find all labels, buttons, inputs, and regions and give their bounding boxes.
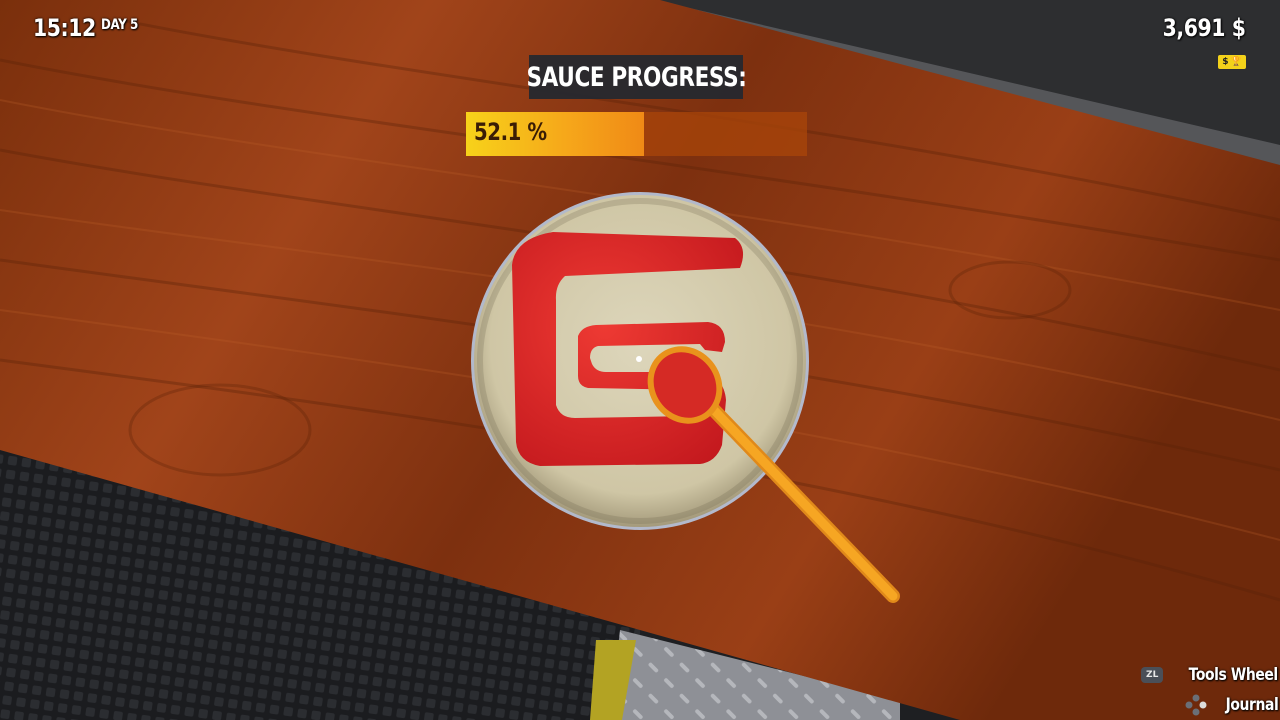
dollar-icon: $ [1222,56,1229,67]
crosshair-dot [636,356,642,362]
sauce-progress-percent: 52.1 % [474,118,547,146]
journal-label: Journal [1225,695,1278,715]
sauce-progress-header: SAUCE PROGRESS: [526,55,746,99]
hint-journal[interactable]: Journal [1184,692,1280,718]
sauce-progress-bar: 52.1 % [466,112,807,156]
tools-wheel-label: Tools Wheel [1188,665,1279,685]
money-badge: $ 🏆 [1218,55,1246,69]
money-balance: 3,691 $ [1162,14,1245,42]
game-scene [0,0,1280,720]
clock-time: 15:12 [33,14,96,42]
day-counter: DAY 5 [101,17,138,33]
dpad-icon [1185,694,1207,716]
zl-button-icon: ZL [1141,667,1164,683]
trophy-icon: 🏆 [1230,56,1242,67]
hint-tools-wheel[interactable]: ZL Tools Wheel [1141,662,1280,688]
sauce-progress-title: SAUCE PROGRESS: [526,61,746,93]
